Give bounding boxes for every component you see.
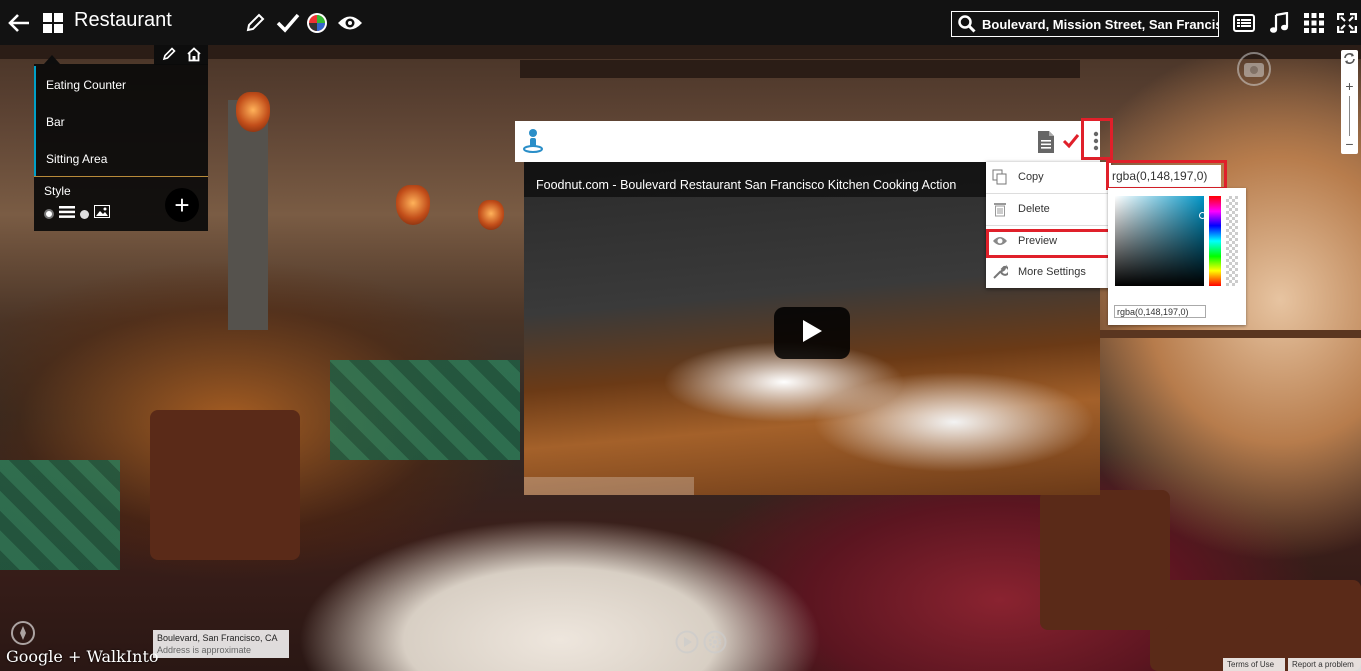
panel-item-eating-counter[interactable]: Eating Counter: [34, 66, 208, 103]
color-saturation-area[interactable]: [1115, 196, 1206, 286]
check-icon[interactable]: [1062, 133, 1080, 154]
column: [228, 100, 268, 330]
window-frame: [1100, 330, 1361, 338]
zoom-in-button[interactable]: +: [1341, 78, 1358, 94]
location-line: Boulevard, San Francisco, CA: [157, 633, 278, 643]
search-input[interactable]: Boulevard, Mission Street, San Francisc: [982, 17, 1218, 32]
image-icon[interactable]: [94, 205, 110, 223]
context-menu: Copy Delete Preview More Settings: [986, 162, 1111, 288]
play-circle-icon[interactable]: [675, 630, 699, 659]
trash-icon: [992, 201, 1008, 217]
chair: [150, 410, 300, 560]
highlight-preview: [986, 229, 1111, 258]
settings-icon[interactable]: [703, 630, 727, 659]
app-title: Restaurant: [74, 9, 172, 31]
list-icon[interactable]: [1232, 13, 1256, 33]
map-controls: + −: [1341, 50, 1358, 154]
wrench-icon: [992, 264, 1008, 280]
lamp: [478, 200, 504, 230]
menu-item-delete[interactable]: Delete: [986, 194, 1111, 224]
hotspot-panel: Eating Counter Bar Sitting Area Style +: [34, 64, 208, 231]
add-button[interactable]: +: [165, 188, 199, 222]
brand-logo: Google + WalkInto: [6, 647, 159, 666]
lamp: [396, 185, 430, 225]
panel-item-sitting-area[interactable]: Sitting Area: [34, 140, 208, 177]
dot-icon[interactable]: [80, 209, 89, 219]
menu-item-label: Delete: [1018, 203, 1050, 215]
back-arrow-icon[interactable]: [6, 10, 32, 36]
panel-divider: [34, 176, 208, 177]
location-note: Address is approximate: [157, 645, 252, 655]
color-wheel-icon[interactable]: [306, 12, 328, 34]
apps-grid-icon[interactable]: [1303, 12, 1325, 34]
report-link[interactable]: Report a problem: [1288, 658, 1361, 671]
top-bar: Restaurant Boulevard, Mission Street, Sa…: [0, 0, 1361, 45]
play-button[interactable]: [774, 307, 850, 359]
panel-item-bar[interactable]: Bar: [34, 103, 208, 140]
lamp: [236, 92, 270, 132]
color-text-field[interactable]: rgba(0,148,197,0): [1114, 305, 1206, 318]
document-icon[interactable]: [1037, 130, 1055, 159]
tile-wall: [330, 360, 520, 460]
person-pin-icon[interactable]: [522, 128, 544, 159]
video-progress[interactable]: [524, 477, 694, 495]
fullscreen-icon[interactable]: [1336, 12, 1358, 34]
active-tab-caret: [44, 55, 60, 64]
tile-wall: [0, 460, 120, 570]
menu-item-copy[interactable]: Copy: [986, 162, 1111, 192]
grid-icon[interactable]: [42, 12, 64, 34]
alpha-slider[interactable]: [1226, 196, 1238, 286]
eye-icon[interactable]: [336, 12, 364, 34]
pencil-icon[interactable]: [244, 12, 266, 34]
camera-icon[interactable]: [1236, 52, 1272, 91]
ceiling-beam: [520, 60, 1080, 78]
video-title[interactable]: Foodnut.com - Boulevard Restaurant San F…: [536, 178, 956, 192]
search-box[interactable]: Boulevard, Mission Street, San Francisc: [951, 11, 1219, 37]
chair: [1040, 490, 1170, 630]
dot-icon[interactable]: [44, 209, 54, 219]
menu-item-more-settings[interactable]: More Settings: [986, 257, 1111, 287]
highlight-more-button: [1081, 118, 1113, 160]
music-icon[interactable]: [1268, 11, 1290, 35]
copy-icon: [992, 169, 1008, 185]
terms-link[interactable]: Terms of Use: [1223, 658, 1285, 671]
color-picker: rgba(0,148,197,0): [1108, 188, 1246, 325]
check-icon[interactable]: [275, 11, 301, 35]
play-icon: [801, 319, 823, 348]
style-label: Style: [44, 184, 71, 198]
highlight-color-input: [1106, 160, 1227, 190]
color-cursor[interactable]: [1199, 212, 1206, 219]
lines-icon[interactable]: [59, 205, 75, 223]
zoom-track[interactable]: [1349, 96, 1350, 136]
panel-head-toolbar: [154, 45, 208, 65]
rotate-icon[interactable]: [1343, 52, 1356, 70]
menu-item-label: More Settings: [1018, 266, 1086, 278]
zoom-out-button[interactable]: −: [1341, 136, 1358, 152]
card-header: [515, 121, 1100, 162]
location-box: Boulevard, San Francisco, CA Address is …: [153, 630, 289, 658]
style-options: [44, 205, 110, 223]
menu-item-label: Copy: [1018, 171, 1044, 183]
hue-slider[interactable]: [1209, 196, 1221, 286]
search-icon: [958, 15, 976, 33]
